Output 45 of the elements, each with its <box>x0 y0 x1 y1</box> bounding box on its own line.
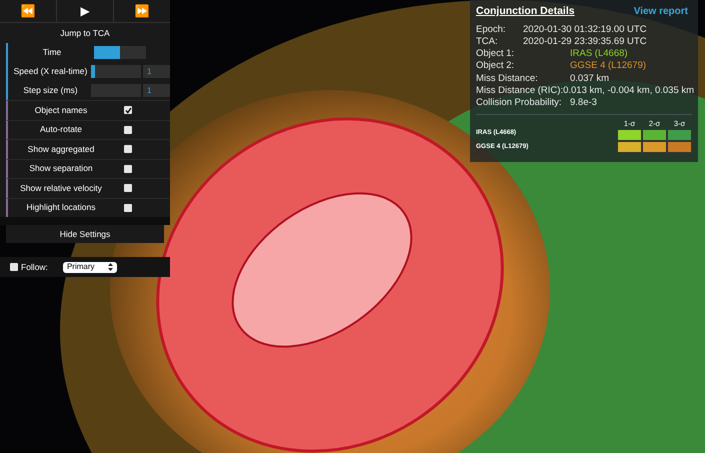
detail-label: Object 2: <box>476 60 516 73</box>
detail-label: Miss Distance (RIC): <box>476 84 564 97</box>
option-label: Show separation <box>28 162 94 176</box>
option-label: Show aggregated <box>26 142 96 156</box>
detail-value: GGSE 4 (L12679) <box>570 60 646 73</box>
option-label: Auto-rotate <box>38 123 84 136</box>
detail-label: Object 1: <box>476 48 516 60</box>
detail-value: 0.013 km, -0.004 km, 0.035 km <box>563 84 694 97</box>
option-label: Show relative velocity <box>19 182 103 195</box>
checkmark-icon <box>124 106 132 114</box>
hide-settings-button[interactable]: Hide Settings <box>6 225 164 243</box>
view-report-link[interactable]: View report <box>634 4 688 19</box>
panel-title: Conjunction Details <box>476 4 575 19</box>
checkbox[interactable] <box>124 106 132 114</box>
detail-label: TCA: <box>476 36 499 48</box>
value-field[interactable]: 1 <box>143 84 170 97</box>
detail-value: 9.8e-3 <box>570 96 597 110</box>
slider-track[interactable] <box>90 65 141 78</box>
detail-label: Collision Probability: <box>476 96 563 110</box>
slider-label: Step size (ms) <box>22 84 79 97</box>
value-field[interactable]: 1 <box>143 65 170 78</box>
detail-label: Miss Distance: <box>476 72 539 85</box>
follow-label: Follow: <box>21 260 48 274</box>
detail-label: Epoch: <box>476 24 507 36</box>
detail-value: 2020-01-29 23:39:35.69 UTC <box>523 36 647 48</box>
detail-value: 0.037 km <box>570 72 610 85</box>
slider-fill[interactable] <box>94 46 120 59</box>
detail-value: IRAS (L4668) <box>570 48 628 60</box>
jump-to-tca-button[interactable]: Jump to TCA <box>0 22 170 43</box>
checkbox[interactable] <box>124 145 132 154</box>
slider-label: Time <box>42 46 62 59</box>
slider-label: Speed (X real-time) <box>12 65 88 78</box>
option-label: Highlight locations <box>26 201 96 214</box>
checkbox[interactable] <box>124 126 132 134</box>
updown-caret-icon <box>108 263 113 271</box>
checkbox[interactable] <box>10 263 18 271</box>
playback-button[interactable]: ⏩ <box>114 0 170 22</box>
slider-track[interactable] <box>94 46 146 59</box>
checkbox[interactable] <box>124 204 132 212</box>
option-label: Object names <box>34 104 88 117</box>
slider-fill[interactable] <box>90 65 95 78</box>
follow-dropdown[interactable]: Primary <box>62 262 117 272</box>
checkbox[interactable] <box>124 164 132 173</box>
checkbox[interactable] <box>124 184 132 192</box>
detail-value: 2020-01-30 01:32:19.00 UTC <box>523 24 647 36</box>
